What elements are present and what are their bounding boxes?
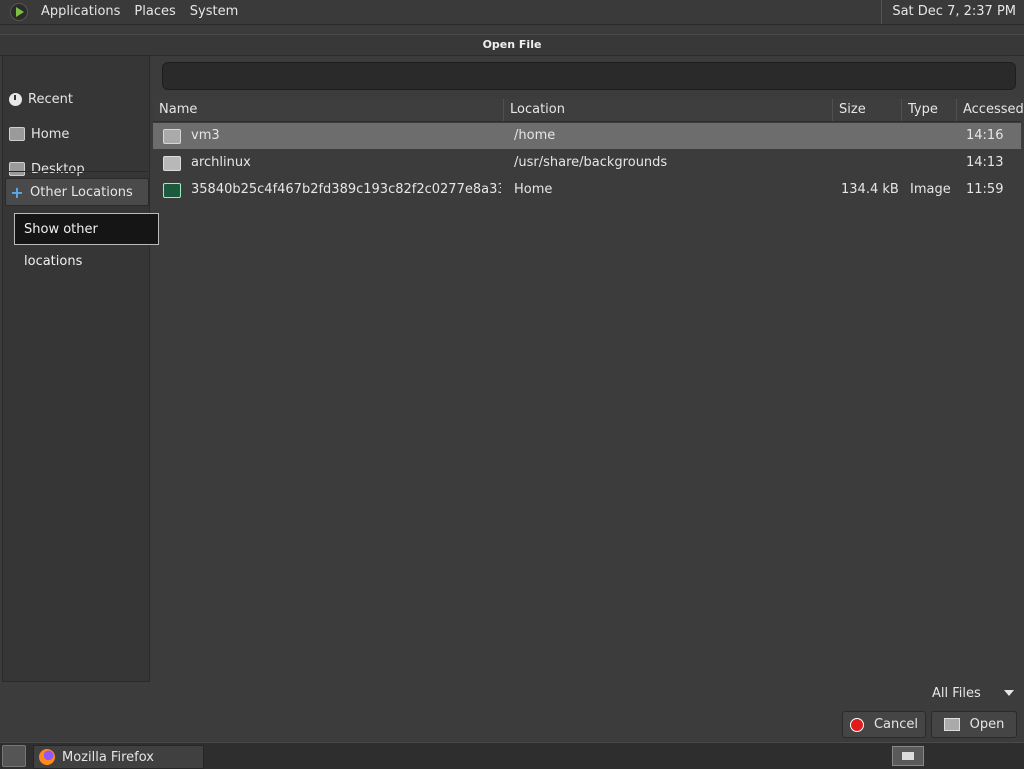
show-desktop-icon[interactable] [2,745,26,767]
open-button[interactable]: Open [931,711,1017,738]
menu-places[interactable]: Places [127,0,182,24]
column-header-location[interactable]: Location [504,99,833,121]
taskbar: Mozilla Firefox [0,742,1024,769]
network-folder-icon [163,129,181,144]
file-size: 134.4 kB [841,182,899,197]
column-header-type[interactable]: Type [902,99,957,121]
open-folder-icon [943,718,960,731]
sidebar-item-other-locations[interactable]: + Other Locations [5,178,149,206]
file-location: /usr/share/backgrounds [514,155,668,170]
sidebar-item-label: Recent [28,91,73,107]
image-file-icon [163,183,181,198]
file-name: vm3 [191,128,220,143]
taskbar-item-label: Mozilla Firefox [62,749,154,765]
firefox-icon [39,749,55,765]
file-accessed: 14:13 [966,155,1004,170]
location-input[interactable] [162,62,1016,90]
file-accessed: 11:59 [966,182,1004,197]
file-type [910,150,956,176]
file-name: archlinux [191,155,251,170]
sidebar-item-label: Other Locations [30,184,133,200]
sidebar-item-recent[interactable]: Recent [5,86,147,112]
cancel-icon [849,717,864,732]
file-list: Name Location Size Type Accessed vm3 /ho… [153,99,1024,680]
places-sidebar: Recent Home Desktop + Other Locations [2,55,150,682]
open-label: Open [969,717,1005,732]
column-header-size[interactable]: Size [833,99,902,121]
file-accessed: 14:16 [966,128,1004,143]
dialog-title: Open File [0,35,1024,56]
menu-system[interactable]: System [183,0,245,24]
file-type: Image [910,182,951,197]
cancel-button[interactable]: Cancel [842,711,926,738]
desktop-folder-icon [9,162,25,176]
workspace-switcher[interactable] [892,746,924,766]
file-row[interactable]: archlinux /usr/share/backgrounds 14:13 [153,150,1021,176]
column-header-accessed[interactable]: Accessed [957,99,1024,121]
taskbar-item-firefox[interactable]: Mozilla Firefox [33,745,204,769]
plus-icon: + [10,183,24,202]
clock[interactable]: Sat Dec 7, 2:37 PM [881,0,1016,24]
sidebar-item-label: Home [31,126,70,142]
file-type [910,123,956,149]
menu-applications[interactable]: Applications [34,0,127,24]
tooltip: Show other locations [14,213,159,269]
file-row[interactable]: 35840b25c4f467b2fd389c193c82f2c0277e8a33… [153,177,1021,203]
file-location: /home [514,128,556,143]
home-folder-icon [9,127,25,141]
sidebar-item-label: Desktop [31,161,85,177]
file-filter-select[interactable]: All Files [928,682,1020,704]
cancel-label: Cancel [873,717,919,732]
open-file-dialog: Open File Recent Home Desktop + Other Lo… [0,34,1024,741]
chevron-down-icon [1004,690,1014,696]
sidebar-separator [9,171,147,172]
file-size [841,150,901,176]
top-panel: Applications Places System Sat Dec 7, 2:… [0,0,1024,25]
column-header-name[interactable]: Name [153,99,504,121]
applications-menu-icon[interactable] [10,3,28,21]
sidebar-item-home[interactable]: Home [5,121,147,147]
file-name: 35840b25c4f467b2fd389c193c82f2c0277e8a33… [191,182,501,197]
recent-icon [9,92,22,106]
file-list-header: Name Location Size Type Accessed [153,99,1024,122]
file-size [841,123,901,149]
file-row[interactable]: vm3 /home 14:16 [153,123,1021,149]
file-filter-value: All Files [932,685,981,701]
file-location: Home [514,182,553,197]
folder-icon [163,156,181,171]
